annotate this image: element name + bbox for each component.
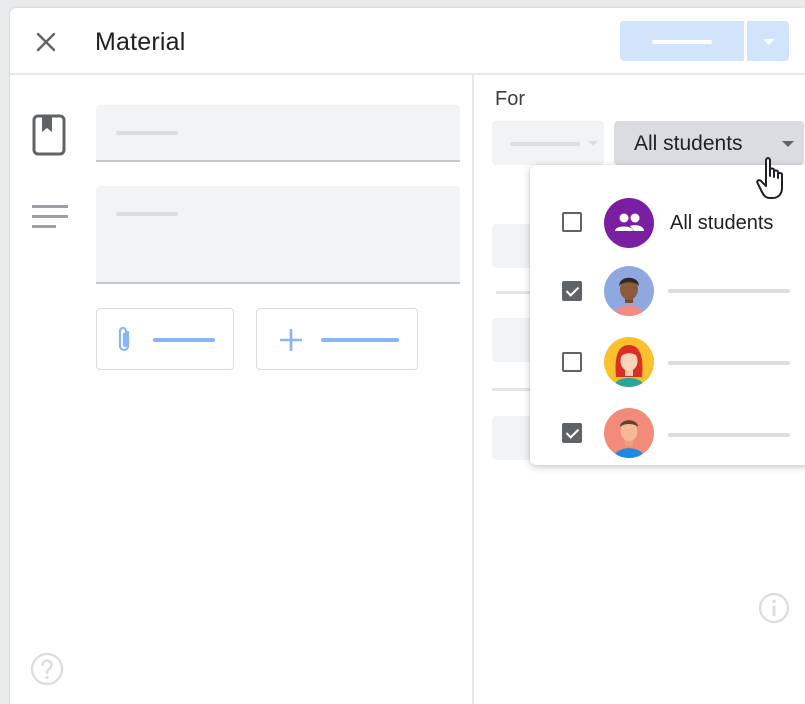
create-label-placeholder (321, 338, 399, 342)
post-button-label-placeholder (652, 40, 712, 44)
description-field[interactable] (96, 186, 460, 284)
avatar (604, 408, 654, 458)
material-dialog: Material For All students All students (10, 8, 805, 704)
add-attachment-label-placeholder (153, 338, 215, 342)
checkbox[interactable] (562, 423, 582, 443)
people-icon (604, 198, 654, 248)
create-button[interactable] (256, 308, 418, 370)
student-name-placeholder (668, 361, 790, 365)
students-dropdown-menu: All students (530, 165, 805, 465)
help-icon[interactable] (30, 652, 64, 686)
for-label: For (495, 88, 525, 110)
students-select-value: All students (634, 132, 743, 155)
student-name-placeholder (668, 289, 790, 293)
add-attachment-button[interactable] (96, 308, 234, 370)
title-field-placeholder (116, 131, 178, 135)
chevron-down-icon (588, 141, 598, 146)
plus-icon (280, 329, 302, 351)
info-icon[interactable] (758, 592, 790, 624)
title-field[interactable] (96, 105, 460, 162)
checkbox[interactable] (562, 212, 582, 232)
dialog-header: Material (10, 8, 805, 75)
checkbox[interactable] (562, 281, 582, 301)
chevron-down-icon (782, 141, 794, 147)
notes-icon (32, 205, 68, 228)
hand-cursor-icon (756, 157, 783, 199)
option-student[interactable] (530, 331, 805, 395)
close-icon (36, 32, 56, 52)
class-select-placeholder (510, 142, 580, 146)
student-name-placeholder (668, 433, 790, 437)
post-button[interactable] (620, 21, 744, 61)
dialog-title: Material (95, 28, 186, 56)
avatar (604, 266, 654, 316)
description-field-placeholder (116, 212, 178, 216)
close-button[interactable] (32, 28, 60, 56)
option-student[interactable] (530, 259, 805, 323)
option-student[interactable] (530, 403, 805, 467)
checkbox[interactable] (562, 352, 582, 372)
chevron-down-icon (763, 39, 775, 45)
post-options-dropdown-button[interactable] (747, 21, 789, 61)
class-select[interactable] (492, 121, 604, 165)
avatar (604, 337, 654, 387)
paperclip-icon (118, 326, 130, 352)
book-icon (32, 114, 66, 156)
option-label: All students (670, 212, 774, 234)
column-divider (472, 73, 474, 704)
